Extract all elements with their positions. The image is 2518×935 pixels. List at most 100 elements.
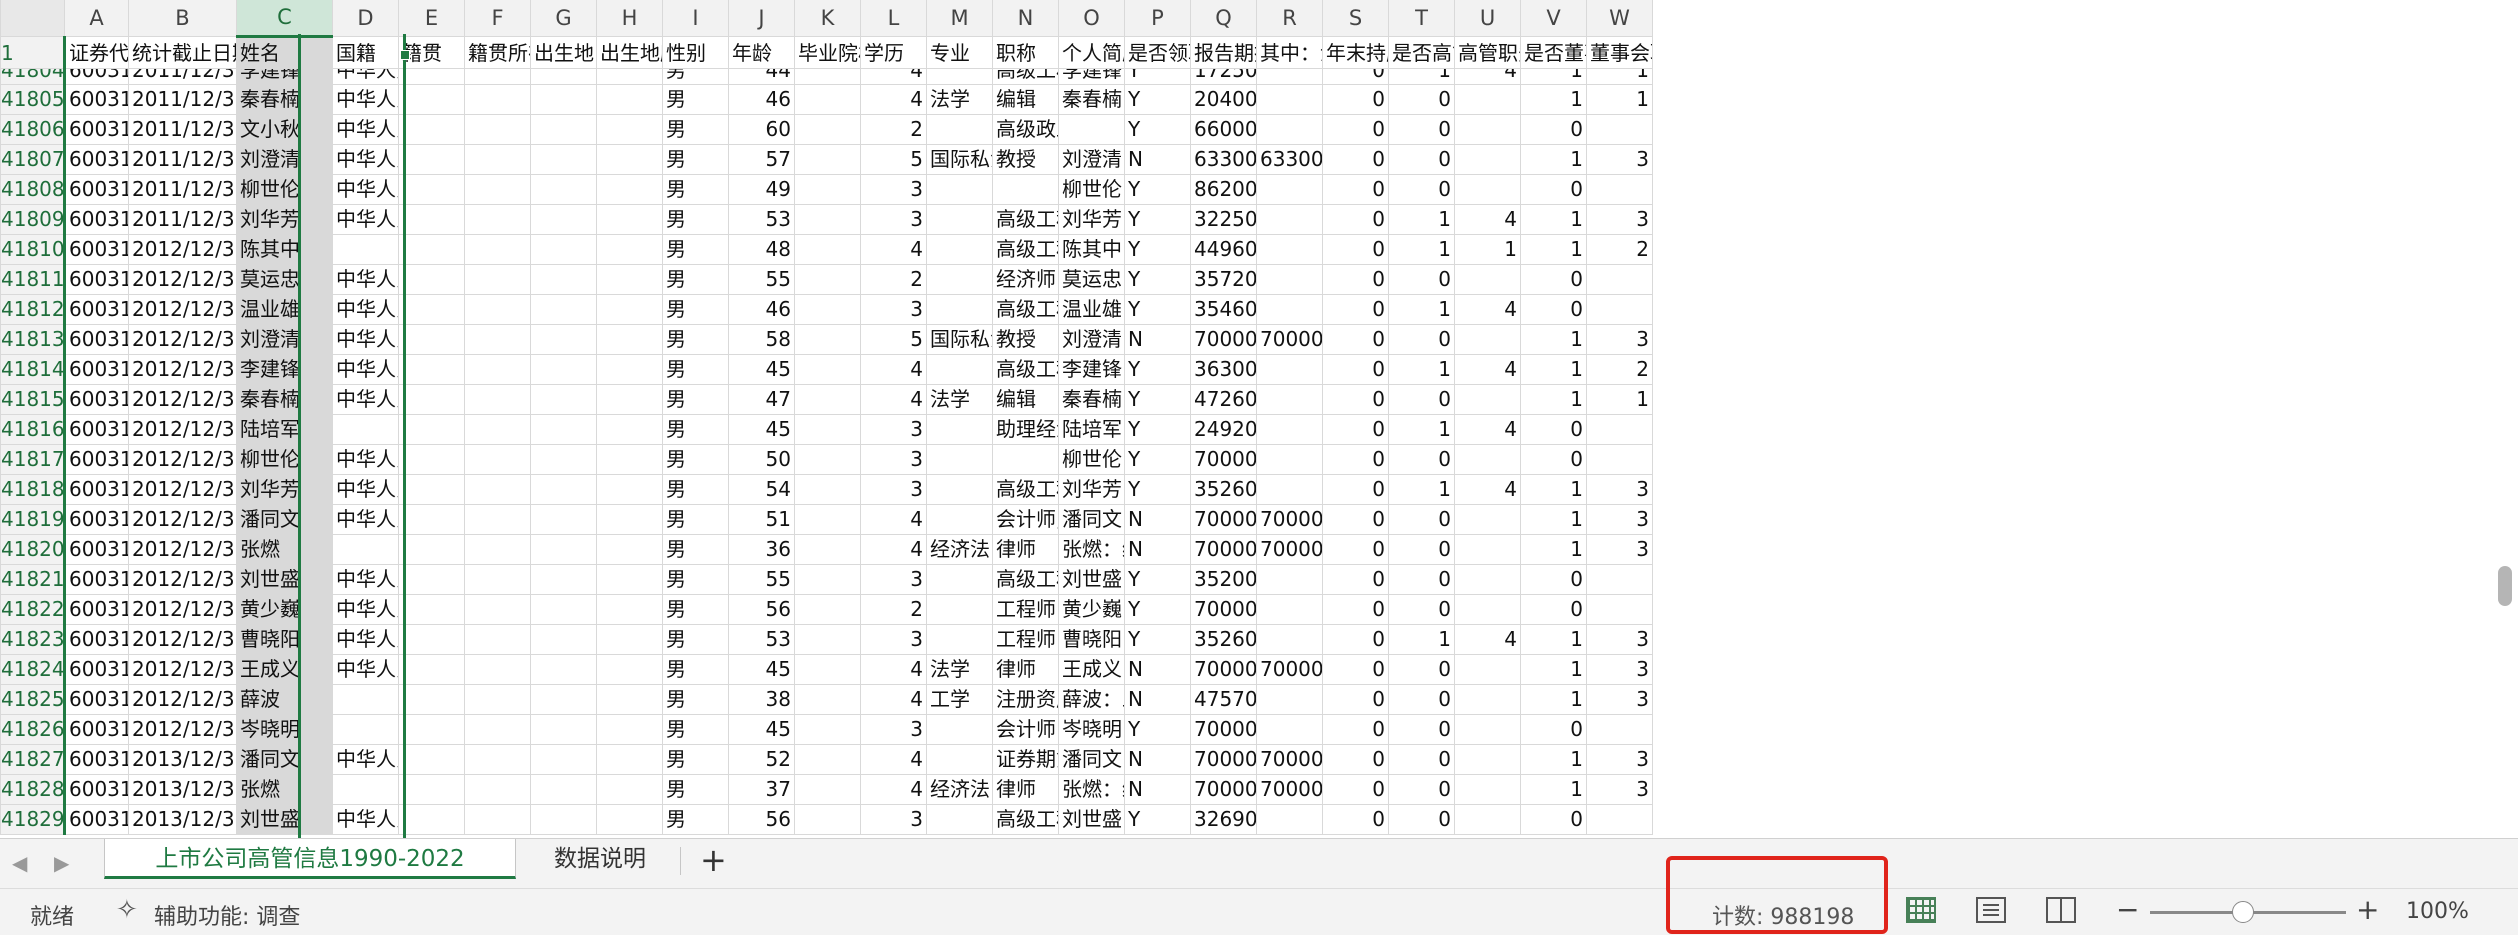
cell-r[interactable] bbox=[1256, 234, 1323, 265]
cell-f[interactable] bbox=[464, 684, 531, 715]
cell-e[interactable] bbox=[398, 324, 465, 355]
cell-t[interactable]: 0 bbox=[1388, 174, 1455, 205]
cell-w[interactable]: 3 bbox=[1586, 144, 1653, 175]
cell-k[interactable] bbox=[794, 804, 861, 835]
cell-n[interactable]: 律师 bbox=[992, 774, 1059, 805]
cell-r[interactable] bbox=[1256, 624, 1323, 655]
cell-j[interactable]: 51 bbox=[728, 504, 795, 535]
cell-o[interactable]: 秦春楠：中 bbox=[1058, 384, 1125, 415]
cell-v[interactable]: 0 bbox=[1520, 414, 1587, 445]
cell-g[interactable] bbox=[530, 384, 597, 415]
cell-f[interactable] bbox=[464, 444, 531, 475]
cell-a[interactable]: 600310 bbox=[64, 294, 129, 325]
cell-f[interactable] bbox=[464, 594, 531, 625]
cell-h[interactable] bbox=[596, 324, 663, 355]
cell-d[interactable]: 中华人民共和国 bbox=[332, 294, 399, 325]
cell-a[interactable]: 600310 bbox=[64, 474, 129, 505]
column-header-n[interactable]: N bbox=[992, 0, 1059, 37]
cell-k[interactable] bbox=[794, 324, 861, 355]
cell-w[interactable] bbox=[1586, 564, 1653, 595]
cell-o[interactable]: 黄少巍：中 bbox=[1058, 594, 1125, 625]
cell-t[interactable]: 0 bbox=[1388, 774, 1455, 805]
cell-j[interactable]: 55 bbox=[728, 264, 795, 295]
cell-i[interactable]: 男 bbox=[662, 534, 729, 565]
cell-d[interactable] bbox=[332, 714, 399, 745]
cell-g[interactable] bbox=[530, 744, 597, 775]
column-header-g[interactable]: G bbox=[530, 0, 597, 37]
cell-n[interactable] bbox=[992, 444, 1059, 475]
cell-r[interactable] bbox=[1256, 714, 1323, 745]
cell-q[interactable]: 70000 bbox=[1190, 444, 1257, 475]
cell-j[interactable]: 48 bbox=[728, 234, 795, 265]
cell-r[interactable] bbox=[1256, 804, 1323, 835]
cell-v[interactable]: 1 bbox=[1520, 534, 1587, 565]
row-header[interactable]: 41808 bbox=[0, 174, 66, 205]
cell-j[interactable]: 52 bbox=[728, 744, 795, 775]
cell-m[interactable] bbox=[926, 744, 993, 775]
cell-e[interactable] bbox=[398, 774, 465, 805]
cell-g[interactable] bbox=[530, 444, 597, 475]
cell-c[interactable]: 李建锋 bbox=[236, 68, 333, 85]
cell-i[interactable]: 男 bbox=[662, 68, 729, 85]
cell-f[interactable] bbox=[464, 324, 531, 355]
cell-p[interactable]: Y bbox=[1124, 624, 1191, 655]
cell-a[interactable]: 600310 bbox=[64, 384, 129, 415]
cell-g[interactable]: 出生地 bbox=[530, 36, 597, 69]
cell-l[interactable]: 4 bbox=[860, 654, 927, 685]
cell-n[interactable]: 证券期货注 bbox=[992, 744, 1059, 775]
cell-b[interactable]: 2012/12/31 bbox=[128, 234, 237, 265]
cell-j[interactable]: 60 bbox=[728, 114, 795, 145]
cell-b[interactable]: 2011/12/31 bbox=[128, 174, 237, 205]
cell-d[interactable]: 中华人民共和国 bbox=[332, 174, 399, 205]
cell-i[interactable]: 男 bbox=[662, 804, 729, 835]
cell-n[interactable]: 注册资产评 bbox=[992, 684, 1059, 715]
cell-c[interactable]: 姓名 bbox=[236, 36, 333, 69]
cell-v[interactable]: 1 bbox=[1520, 324, 1587, 355]
cell-u[interactable]: 4 bbox=[1454, 68, 1521, 85]
cell-p[interactable]: Y bbox=[1124, 294, 1191, 325]
cell-m[interactable] bbox=[926, 204, 993, 235]
cell-h[interactable] bbox=[596, 264, 663, 295]
cell-q[interactable]: 472600 bbox=[1190, 384, 1257, 415]
cell-s[interactable]: 0 bbox=[1322, 414, 1389, 445]
cell-h[interactable] bbox=[596, 354, 663, 385]
cell-v[interactable]: 1 bbox=[1520, 654, 1587, 685]
cell-e[interactable] bbox=[398, 294, 465, 325]
cell-e[interactable] bbox=[398, 504, 465, 535]
cell-w[interactable] bbox=[1586, 804, 1653, 835]
cell-d[interactable]: 中华人民共和国 bbox=[332, 594, 399, 625]
normal-view-icon[interactable] bbox=[1906, 897, 1936, 923]
cell-d[interactable]: 中华人民共和国 bbox=[332, 384, 399, 415]
cell-f[interactable] bbox=[464, 384, 531, 415]
cell-h[interactable] bbox=[596, 414, 663, 445]
cell-u[interactable] bbox=[1454, 444, 1521, 475]
cell-p[interactable]: Y bbox=[1124, 354, 1191, 385]
cell-m[interactable] bbox=[926, 174, 993, 205]
cell-l[interactable]: 3 bbox=[860, 804, 927, 835]
column-header-u[interactable]: U bbox=[1454, 0, 1521, 37]
cell-t[interactable]: 0 bbox=[1388, 504, 1455, 535]
cell-f[interactable] bbox=[464, 774, 531, 805]
cell-v[interactable]: 1 bbox=[1520, 144, 1587, 175]
row-header[interactable]: 41805 bbox=[0, 84, 66, 115]
cell-s[interactable]: 0 bbox=[1322, 324, 1389, 355]
cell-b[interactable]: 2011/12/31 bbox=[128, 68, 237, 85]
cell-p[interactable]: N bbox=[1124, 534, 1191, 565]
cell-s[interactable]: 年末持股数 bbox=[1322, 36, 1389, 69]
cell-t[interactable]: 0 bbox=[1388, 804, 1455, 835]
cell-i[interactable]: 男 bbox=[662, 714, 729, 745]
cell-t[interactable]: 0 bbox=[1388, 84, 1455, 115]
column-header-c[interactable]: C bbox=[236, 0, 333, 38]
cell-p[interactable]: Y bbox=[1124, 804, 1191, 835]
cell-v[interactable]: 0 bbox=[1520, 174, 1587, 205]
cell-q[interactable]: 63300 bbox=[1190, 144, 1257, 175]
row-header[interactable]: 41814 bbox=[0, 354, 66, 385]
cell-p[interactable]: Y bbox=[1124, 384, 1191, 415]
cell-f[interactable] bbox=[464, 474, 531, 505]
cell-b[interactable]: 2012/12/31 bbox=[128, 474, 237, 505]
cell-n[interactable]: 助理经济师 bbox=[992, 414, 1059, 445]
cell-n[interactable]: 高级工程师 bbox=[992, 234, 1059, 265]
cell-q[interactable]: 326900 bbox=[1190, 804, 1257, 835]
cell-h[interactable] bbox=[596, 144, 663, 175]
cell-u[interactable] bbox=[1454, 534, 1521, 565]
